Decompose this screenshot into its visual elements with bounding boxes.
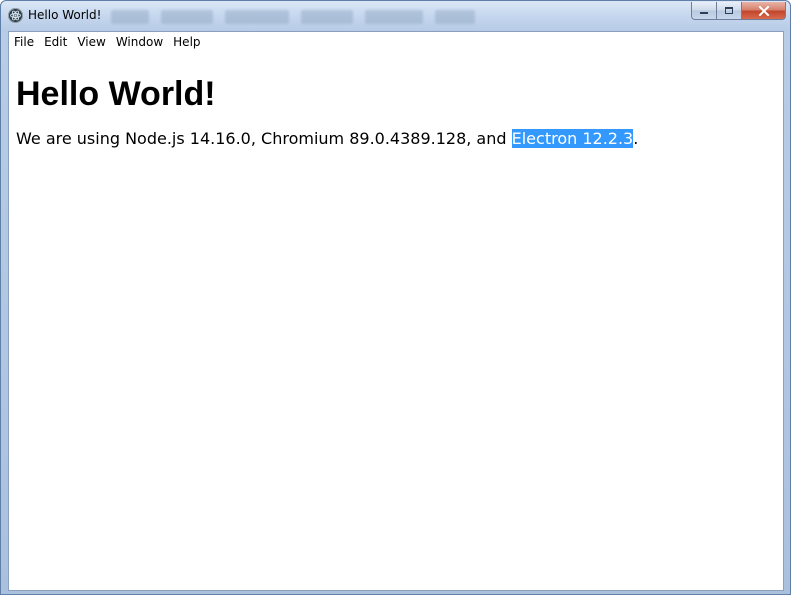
- versions-text[interactable]: We are using Node.js 14.16.0, Chromium 8…: [16, 128, 638, 150]
- app-window: Hello World! File Edit View Window Help …: [0, 0, 791, 595]
- minimize-button[interactable]: [691, 2, 717, 20]
- maximize-button[interactable]: [717, 2, 742, 20]
- page-content: Hello World! We are using Node.js 14.16.…: [16, 72, 638, 150]
- menu-help[interactable]: Help: [169, 32, 206, 52]
- versions-text-suffix[interactable]: .: [633, 129, 638, 148]
- menu-edit[interactable]: Edit: [40, 32, 73, 52]
- close-icon: [758, 5, 769, 16]
- minimize-icon: [700, 11, 708, 14]
- electron-app-icon: [8, 8, 23, 23]
- maximize-icon: [725, 6, 733, 14]
- versions-text-prefix[interactable]: We are using Node.js 14.16.0, Chromium 8…: [16, 129, 512, 148]
- close-button[interactable]: [742, 2, 786, 20]
- window-title: Hello World!: [28, 8, 102, 22]
- selected-electron-version[interactable]: Electron 12.2.3: [511, 129, 634, 148]
- menu-file[interactable]: File: [10, 32, 40, 52]
- client-area: File Edit View Window Help Hello World! …: [8, 31, 784, 591]
- menu-view[interactable]: View: [73, 32, 111, 52]
- menu-bar: File Edit View Window Help: [9, 32, 207, 52]
- caption-buttons: [691, 2, 786, 20]
- page-heading: Hello World!: [16, 75, 216, 113]
- background-blur: [111, 10, 475, 24]
- menu-window[interactable]: Window: [112, 32, 169, 52]
- title-bar[interactable]: Hello World!: [1, 1, 790, 31]
